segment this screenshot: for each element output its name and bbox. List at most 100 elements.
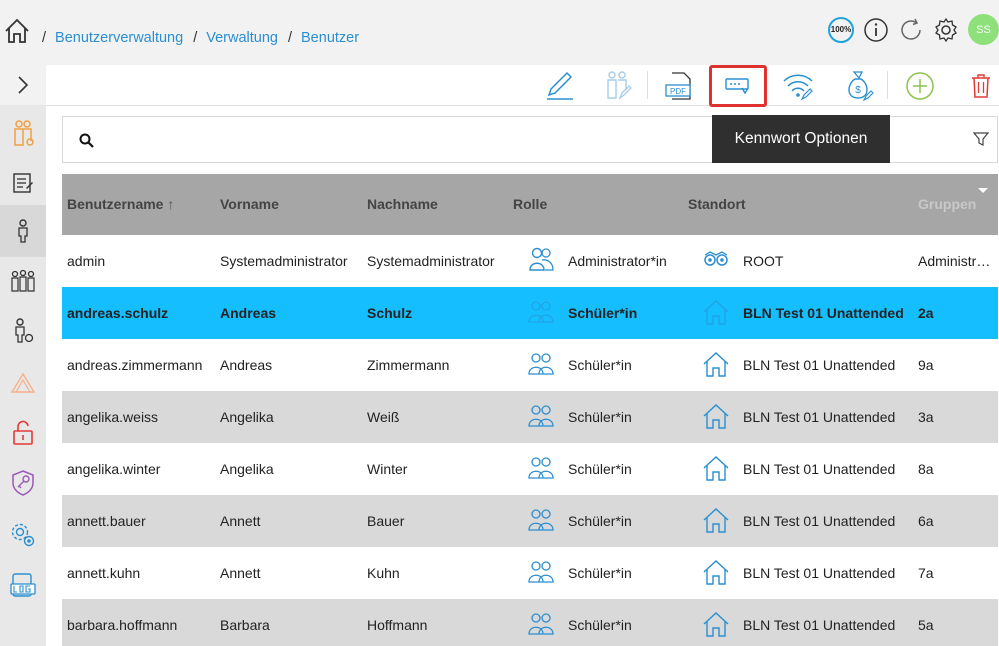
- breadcrumb-benutzer[interactable]: Benutzer: [301, 30, 359, 46]
- table-row[interactable]: angelika.weiss Angelika Weiß Schüler*in …: [62, 391, 998, 443]
- user-icon: [18, 219, 28, 243]
- cell-lastname: Weiß: [367, 409, 400, 425]
- filter-icon[interactable]: [973, 131, 989, 147]
- column-header-groups[interactable]: Gruppen: [918, 196, 976, 212]
- table-body: admin Systemadministrator Systemadminist…: [62, 235, 998, 646]
- password-options-tooltip: Kennwort Optionen: [712, 115, 890, 163]
- table-row[interactable]: andreas.zimmermann Andreas Zimmermann Sc…: [62, 339, 998, 391]
- refresh-icon[interactable]: [898, 17, 924, 43]
- student-role-icon: [528, 561, 554, 583]
- sidebar-item-unlock[interactable]: [0, 407, 46, 459]
- table-row[interactable]: angelika.winter Angelika Winter Schüler*…: [62, 443, 998, 495]
- cell-firstname: Andreas: [220, 357, 273, 373]
- school-home-icon: [703, 352, 729, 377]
- column-header-location[interactable]: Standort: [688, 196, 746, 212]
- pdf-export-button[interactable]: PDF: [661, 68, 697, 104]
- info-icon[interactable]: [863, 17, 889, 43]
- search-icon: [79, 133, 94, 148]
- cell-location: ROOT: [743, 253, 784, 269]
- edit-users-button[interactable]: [600, 68, 636, 104]
- cell-firstname: Annett: [220, 565, 261, 581]
- log-icon: [10, 573, 36, 597]
- delete-button[interactable]: [963, 68, 999, 104]
- cell-username: annett.bauer: [67, 513, 146, 529]
- table-row[interactable]: andreas.schulz Andreas Schulz Schüler*in…: [62, 287, 998, 339]
- cell-firstname: Annett: [220, 513, 261, 529]
- cell-groups: 6a: [918, 513, 934, 529]
- table-row[interactable]: admin Systemadministrator Systemadminist…: [62, 235, 998, 287]
- cell-lastname: Kuhn: [367, 565, 400, 581]
- breadcrumb-benutzerverwaltung[interactable]: Benutzerverwaltung: [55, 30, 183, 46]
- sidebar-item-log[interactable]: [0, 559, 46, 611]
- cell-firstname: Andreas: [220, 305, 277, 321]
- sidebar-item-user[interactable]: [0, 205, 46, 257]
- add-user-button[interactable]: [902, 68, 938, 104]
- toolbar-divider: [647, 71, 648, 99]
- user-gear-icon: [15, 318, 34, 343]
- cell-location: BLN Test 01 Unattended: [743, 461, 896, 477]
- sidebar-item-user-management[interactable]: [0, 107, 46, 159]
- root-location-icon: [704, 251, 728, 266]
- table-row[interactable]: annett.bauer Annett Bauer Schüler*in BLN…: [62, 495, 998, 547]
- cell-firstname: Systemadministrator: [220, 253, 348, 269]
- wifi-edit-icon: [783, 74, 813, 101]
- student-role-icon: [528, 457, 554, 479]
- cell-username: admin: [67, 253, 106, 269]
- breadcrumb-separator: /: [42, 30, 47, 46]
- cell-location: BLN Test 01 Unattended: [743, 513, 896, 529]
- trash-icon: [972, 74, 990, 98]
- sidebar-item-warning[interactable]: [0, 357, 46, 409]
- column-header-lastname[interactable]: Nachname: [367, 196, 438, 212]
- cell-lastname: Zimmermann: [367, 357, 450, 373]
- school-home-icon: [703, 560, 729, 585]
- cell-location: BLN Test 01 Unattended: [743, 409, 896, 425]
- group-icon: [11, 269, 35, 292]
- column-header-firstname[interactable]: Vorname: [220, 196, 279, 212]
- admin-role-icon: [529, 247, 554, 271]
- chevron-right-icon: [18, 76, 29, 94]
- student-role-icon: [528, 405, 554, 427]
- wifi-edit-button[interactable]: [780, 68, 816, 104]
- table-header: Benutzername ↑ Vorname Nachname Rolle St…: [62, 174, 998, 235]
- cell-role: Schüler*in: [568, 461, 632, 477]
- gear-icon[interactable]: [933, 17, 959, 43]
- table-row[interactable]: annett.kuhn Annett Kuhn Schüler*in BLN T…: [62, 547, 998, 599]
- search-input[interactable]: [107, 125, 707, 155]
- cell-role: Schüler*in: [568, 617, 632, 633]
- school-home-icon: [703, 612, 729, 637]
- avatar[interactable]: SS: [968, 14, 999, 45]
- student-role-icon: [528, 509, 554, 531]
- svg-text:$: $: [855, 85, 861, 96]
- sidebar-toggle[interactable]: [0, 65, 46, 105]
- school-home-icon: [703, 404, 729, 429]
- cell-role: Schüler*in: [568, 409, 632, 425]
- cell-location: BLN Test 01 Unattended: [743, 565, 896, 581]
- sidebar-item-system-settings[interactable]: [0, 509, 46, 561]
- school-home-icon: [703, 300, 729, 325]
- cell-groups: 9a: [918, 357, 934, 373]
- table-row[interactable]: barbara.hoffmann Barbara Hoffmann Schüle…: [62, 599, 998, 646]
- header-actions: 100% SS: [828, 14, 999, 45]
- cell-firstname: Angelika: [220, 409, 274, 425]
- toolbar-divider: [887, 71, 888, 99]
- breadcrumb-verwaltung[interactable]: Verwaltung: [206, 30, 278, 46]
- column-header-username[interactable]: Benutzername ↑: [67, 196, 174, 212]
- zoom-badge[interactable]: 100%: [828, 16, 854, 43]
- cell-groups: 8a: [918, 461, 934, 477]
- money-bag-button[interactable]: $: [841, 68, 877, 104]
- password-options-button[interactable]: [709, 65, 767, 107]
- student-role-icon: [528, 301, 554, 323]
- edit-button[interactable]: [541, 68, 577, 104]
- column-menu-caret-icon[interactable]: [978, 188, 988, 193]
- pdf-icon: PDF: [665, 72, 691, 100]
- cell-groups: Administr…: [918, 253, 991, 269]
- svg-text:PDF: PDF: [670, 87, 686, 96]
- cell-username: angelika.winter: [67, 461, 161, 477]
- home-icon[interactable]: [4, 18, 30, 44]
- sidebar-item-user-settings[interactable]: [0, 305, 46, 357]
- cell-groups: 2a: [918, 305, 934, 321]
- sidebar-item-groups[interactable]: [0, 255, 46, 307]
- column-header-role[interactable]: Rolle: [513, 196, 547, 212]
- sidebar-item-security[interactable]: [0, 457, 46, 509]
- sidebar-item-list[interactable]: [0, 157, 46, 209]
